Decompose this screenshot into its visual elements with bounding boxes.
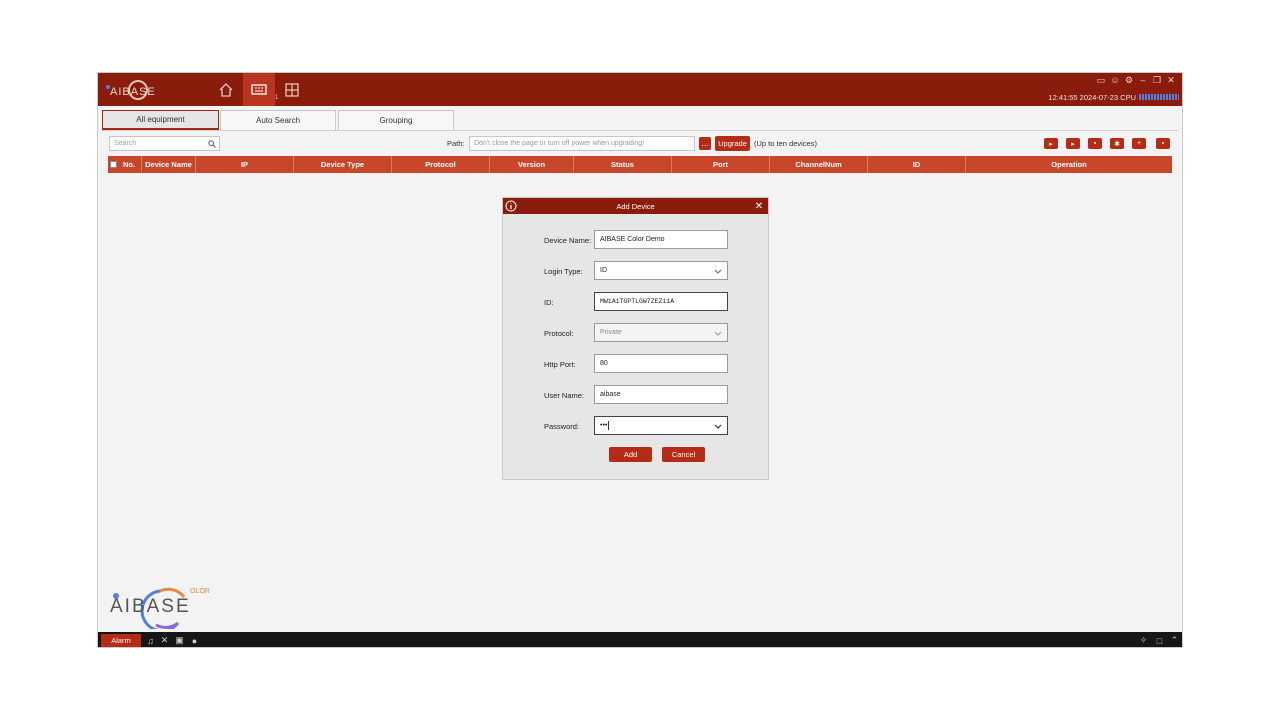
password-label: Password: <box>544 422 580 431</box>
device-name-label: Device Name: <box>544 236 592 245</box>
dialog-close-icon[interactable]: ✕ <box>753 199 765 213</box>
tab-all-equipment[interactable]: All equipment <box>102 110 219 130</box>
status-bar: Alarm ♫ ✕ ▣ ● ✧ □ ⌃ <box>98 632 1182 647</box>
device-icon <box>251 83 267 95</box>
device-manager-nav-button[interactable]: 1 <box>243 73 278 106</box>
select-all-checkbox[interactable] <box>110 161 117 168</box>
settings-icon[interactable]: ⚙ <box>1124 75 1134 85</box>
protocol-value: Private <box>600 329 622 336</box>
import-button[interactable]: ▸ <box>1044 138 1058 149</box>
alarm-button[interactable]: Alarm <box>101 634 141 647</box>
chevron-down-icon <box>714 269 722 274</box>
clock-readout: 12:41:55 2024-07-23 CPU <box>1048 93 1136 102</box>
minimize-icon[interactable]: – <box>1138 75 1148 85</box>
path-label: Path: <box>447 139 465 148</box>
device-table-header: No. Device Name IP Device Type Protocol … <box>108 156 1172 173</box>
refresh-icon: ▪ <box>1093 140 1097 147</box>
pin-icon[interactable]: ✧ <box>1138 635 1149 646</box>
text-caret <box>608 421 610 430</box>
search-placeholder: Search <box>114 140 137 147</box>
column-operation[interactable]: Operation <box>966 156 1172 173</box>
refresh-button[interactable]: ▪ <box>1088 138 1102 149</box>
screen-icon[interactable]: ▣ <box>174 635 185 646</box>
upgrade-button[interactable]: Upgrade <box>715 136 750 151</box>
http-port-field[interactable]: 80 <box>594 354 728 373</box>
column-version[interactable]: Version <box>490 156 574 173</box>
search-input[interactable]: Search <box>109 136 220 151</box>
collapse-up-icon[interactable]: ⌃ <box>1169 635 1180 646</box>
http-port-label: Http Port: <box>544 360 576 369</box>
home-icon <box>219 82 233 97</box>
dialog-title: Add Device <box>616 201 655 211</box>
column-channelnum[interactable]: ChannelNum <box>770 156 868 173</box>
column-id[interactable]: ID <box>868 156 966 173</box>
add-button[interactable]: Add <box>609 447 652 462</box>
id-label: ID: <box>544 298 554 307</box>
delete-device-button[interactable]: ▪ <box>1156 138 1170 149</box>
chevron-down-icon <box>714 331 722 336</box>
password-field[interactable]: ••• <box>594 416 728 435</box>
close-icon[interactable]: ✕ <box>1166 75 1176 85</box>
alarm-bell-icon[interactable]: ♫ <box>145 635 156 646</box>
tab-grouping[interactable]: Grouping <box>338 110 454 130</box>
column-no[interactable]: No. <box>108 156 142 173</box>
login-type-value: ID <box>600 267 607 274</box>
window-controls: ▭ ☺ ⚙ – ❐ ✕ <box>1096 75 1176 85</box>
cancel-button[interactable]: Cancel <box>662 447 705 462</box>
home-nav-button[interactable] <box>210 73 242 106</box>
svg-text:AIBASE: AIBASE <box>110 86 156 98</box>
id-field[interactable]: MW1A1TGPTLGW7ZEZ11A <box>594 292 728 311</box>
grid-layout-icon <box>285 82 299 97</box>
logo-wordmark: AIBASE <box>110 596 191 617</box>
browse-button[interactable]: ... <box>699 137 711 150</box>
user-icon[interactable]: ☺ <box>1110 75 1120 85</box>
cpu-meter <box>1139 94 1179 100</box>
tab-divider <box>102 130 1178 131</box>
login-type-label: Login Type: <box>544 267 583 276</box>
tab-auto-search[interactable]: Auto Search <box>220 110 336 130</box>
app-window: AIBASE 1 ▭ ☺ ⚙ – ❐ ✕ 12:41:55 2024-07-23… <box>97 72 1183 648</box>
password-value: ••• <box>600 422 608 429</box>
id-value: MW1A1TGPTLGW7ZEZ11A <box>600 298 675 305</box>
add-device-button[interactable]: + <box>1132 138 1146 149</box>
user-status-icon[interactable]: ● <box>189 635 200 646</box>
add-device-dialog: Add Device ✕ Device Name: AIBASE Color D… <box>502 197 769 480</box>
upgrade-note: (Up to ten devices) <box>754 139 817 148</box>
path-input[interactable]: Don't close the page or turn off power w… <box>469 136 695 151</box>
message-icon[interactable]: ▭ <box>1096 75 1106 85</box>
layout-nav-button[interactable] <box>276 73 308 106</box>
restore-icon[interactable]: ❐ <box>1152 75 1162 85</box>
column-device-type[interactable]: Device Type <box>294 156 392 173</box>
column-device-name[interactable]: Device Name <box>142 156 196 173</box>
info-icon <box>505 200 517 212</box>
logo-subtext: OLOR <box>190 588 210 595</box>
export-icon: ▸ <box>1071 140 1075 148</box>
column-protocol[interactable]: Protocol <box>392 156 490 173</box>
device-name-field[interactable]: AIBASE Color Demo <box>594 230 728 249</box>
config-icon: ✱ <box>1114 140 1120 148</box>
aibase-logo: AIBASE OLOR <box>110 587 210 629</box>
user-name-field[interactable]: aibase <box>594 385 728 404</box>
chevron-down-icon[interactable] <box>714 422 722 430</box>
search-icon[interactable] <box>208 140 216 148</box>
title-bar: AIBASE 1 ▭ ☺ ⚙ – ❐ ✕ 12:41:55 2024-07-23… <box>98 73 1182 106</box>
dialog-header: Add Device ✕ <box>503 198 768 214</box>
column-ip[interactable]: IP <box>196 156 294 173</box>
settings-tool-button[interactable]: ✱ <box>1110 138 1124 149</box>
mute-icon[interactable]: ✕ <box>159 635 170 646</box>
protocol-label: Protocol: <box>544 329 574 338</box>
import-icon: ▸ <box>1049 140 1053 148</box>
fullscreen-icon[interactable]: □ <box>1154 635 1165 646</box>
column-status[interactable]: Status <box>574 156 672 173</box>
protocol-select[interactable]: Private <box>594 323 728 342</box>
plus-icon: + <box>1136 140 1142 147</box>
column-port[interactable]: Port <box>672 156 770 173</box>
login-type-select[interactable]: ID <box>594 261 728 280</box>
export-button[interactable]: ▸ <box>1066 138 1080 149</box>
user-name-label: User Name: <box>544 391 585 400</box>
aibase-logo-small: AIBASE <box>106 80 156 100</box>
trash-icon: ▪ <box>1161 140 1165 147</box>
